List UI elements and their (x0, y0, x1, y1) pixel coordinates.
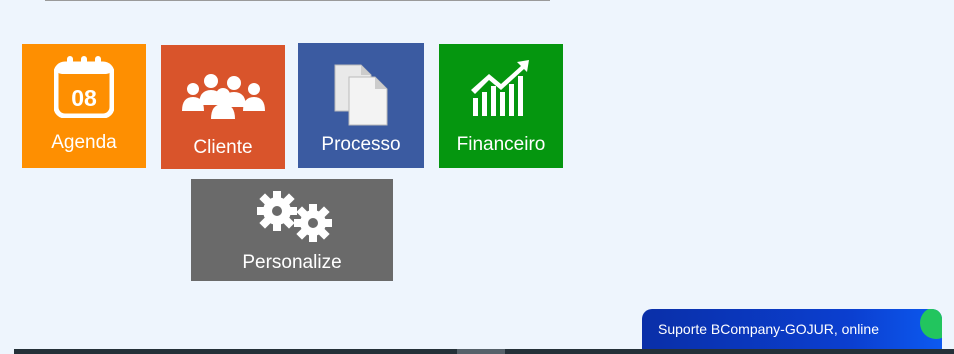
tile-cliente[interactable]: Cliente (161, 45, 285, 169)
tile-personalize-label: Personalize (242, 252, 342, 273)
tile-agenda[interactable]: 08 Agenda (22, 44, 146, 168)
calendar-day: 08 (71, 85, 97, 111)
bottom-bar-segment (457, 349, 505, 354)
documents-icon (334, 64, 388, 126)
users-group-icon (182, 74, 265, 119)
chart-growth-icon (471, 60, 529, 116)
top-divider (45, 0, 550, 1)
tile-personalize[interactable]: Personalize (191, 179, 393, 281)
support-chat-widget[interactable]: Suporte BCompany-GOJUR, online (642, 309, 942, 354)
bottom-bar (14, 349, 954, 354)
tile-financeiro-label: Financeiro (456, 134, 546, 155)
online-status-indicator (920, 309, 942, 339)
gears-icon (257, 191, 332, 242)
tile-agenda-label: Agenda (51, 132, 117, 153)
tile-processo[interactable]: Processo (298, 43, 424, 168)
tile-financeiro[interactable]: Financeiro (439, 44, 563, 168)
calendar-icon: 08 (54, 56, 114, 118)
tile-processo-label: Processo (321, 134, 401, 155)
tile-cliente-label: Cliente (193, 137, 253, 158)
support-chat-text: Suporte BCompany-GOJUR, online (658, 321, 879, 337)
